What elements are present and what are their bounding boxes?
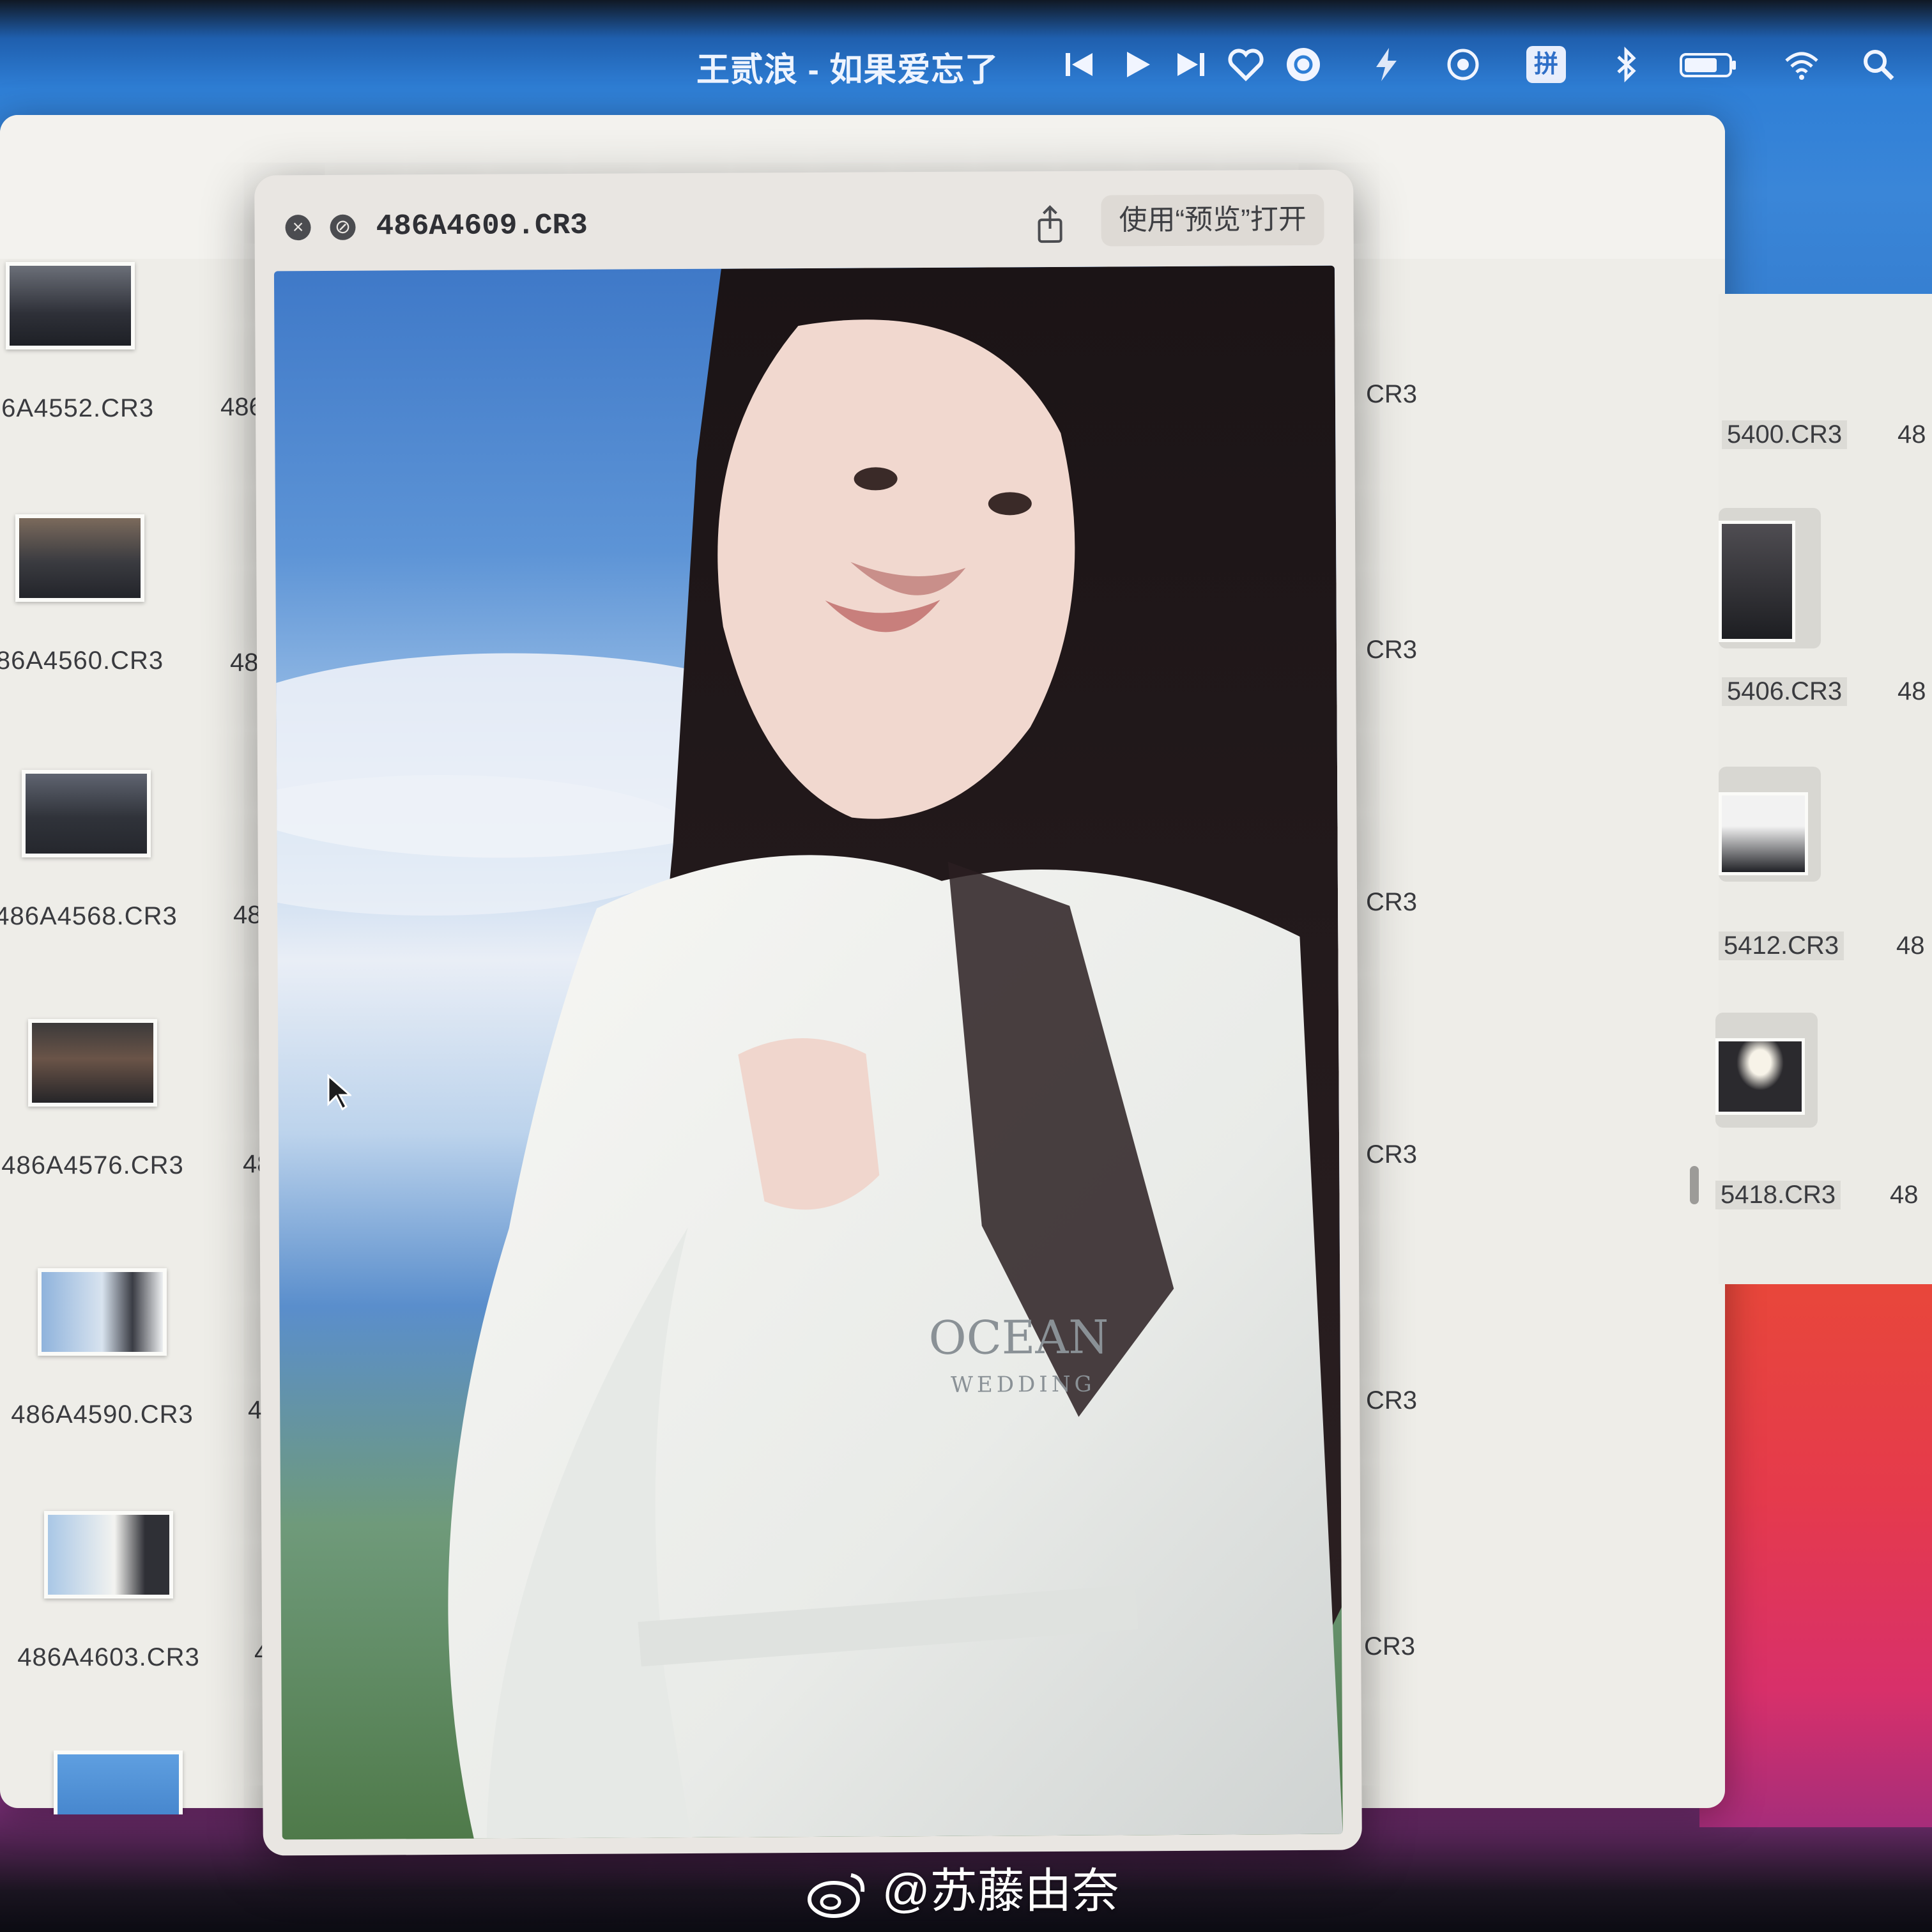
wifi-icon[interactable] [1779,42,1824,87]
file-item[interactable]: 486A4590.CR3 [6,1268,198,1429]
file-name[interactable]: 5400.CR3 [1722,420,1848,449]
robe-logo-subtext: WEDDING [951,1372,1096,1398]
portrait-photo: OCEAN WEDDING [273,265,1343,1839]
file-name[interactable]: 5406.CR3 [1722,677,1848,706]
file-name: 486A4603.CR3 [17,1643,200,1671]
file-thumbnail [6,262,135,349]
heart-icon[interactable] [1223,42,1268,87]
file-name-fragment: CR3 [1366,1140,1418,1169]
file-item[interactable]: 486A4568.CR3 [0,770,182,931]
input-method-label: 拼 [1526,46,1566,83]
next-track-icon[interactable] [1168,42,1213,87]
record-icon[interactable] [1441,42,1485,87]
file-item[interactable] [22,1751,214,1814]
now-playing-title[interactable]: 王贰浪 - 如果爱忘了 [696,45,999,96]
file-item[interactable]: 86A4552.CR3 [0,262,166,423]
file-name: 86A4552.CR3 [0,394,155,422]
file-thumbnail [38,1268,167,1356]
file-name: 86A4560.CR3 [0,647,164,675]
file-name-fragment: CR3 [1366,888,1418,916]
watermark-text: @苏藤由奈 [882,1864,1119,1917]
file-name-fragment: CR3 [1364,1632,1416,1660]
file-name: 486A4590.CR3 [11,1400,194,1429]
file-name[interactable]: 5418.CR3 [1715,1181,1841,1209]
file-thumbnail [22,770,151,857]
file-thumbnail [54,1751,183,1814]
file-name-fragment: 48 [1890,1181,1919,1209]
file-name-fragment: 48 [1897,420,1926,448]
previous-track-icon[interactable] [1057,42,1102,87]
file-name-fragment: CR3 [1366,1386,1418,1414]
file-name-fragment: CR3 [1366,636,1418,664]
mouse-cursor-icon [326,1073,353,1112]
file-item[interactable]: 486A4576.CR3 [0,1019,188,1180]
file-thumbnail[interactable] [1719,767,1821,882]
file-name-fragment: 48 [1897,677,1926,705]
scrollbar[interactable] [1690,1166,1699,1204]
file-thumbnail[interactable] [1719,508,1821,648]
input-method-icon[interactable]: 拼 [1521,42,1572,87]
quick-look-window: × ⊘ 486A4609.CR3 使用“预览”打开 OCEAN WEDDING [254,169,1362,1856]
file-name: 486A4576.CR3 [1,1151,184,1179]
battery-icon[interactable] [1677,42,1741,87]
file-thumbnail [28,1019,157,1107]
file-item[interactable]: 86A4560.CR3 [0,514,176,675]
desktop-wallpaper-accent [1699,1278,1932,1827]
bluetooth-icon[interactable] [1604,42,1648,87]
close-icon[interactable]: × [285,215,311,241]
photo-preview: OCEAN WEDDING [273,265,1343,1840]
file-name-fragment: CR3 [1366,380,1418,408]
music-app-icon[interactable] [1281,42,1326,87]
play-icon[interactable] [1115,42,1160,87]
file-item[interactable]: 486A4603.CR3 [13,1511,204,1672]
share-icon[interactable] [1027,202,1072,247]
robe-logo-text: OCEAN [928,1310,1108,1365]
file-thumbnail[interactable] [1715,1013,1818,1128]
weibo-logo-icon [805,1869,869,1920]
weibo-watermark: @苏藤由奈 [805,1853,1119,1921]
file-thumbnail [44,1511,173,1598]
lightning-icon[interactable] [1364,42,1409,87]
file-name-fragment: 48 [1896,931,1925,960]
file-thumbnail [15,514,144,602]
quick-look-filename: 486A4609.CR3 [376,208,588,243]
open-with-preview-button[interactable]: 使用“预览”打开 [1101,194,1325,247]
file-name: 486A4568.CR3 [0,902,178,930]
file-name[interactable]: 5412.CR3 [1719,931,1844,960]
fullscreen-icon[interactable]: ⊘ [330,214,356,240]
search-icon[interactable] [1856,42,1901,87]
